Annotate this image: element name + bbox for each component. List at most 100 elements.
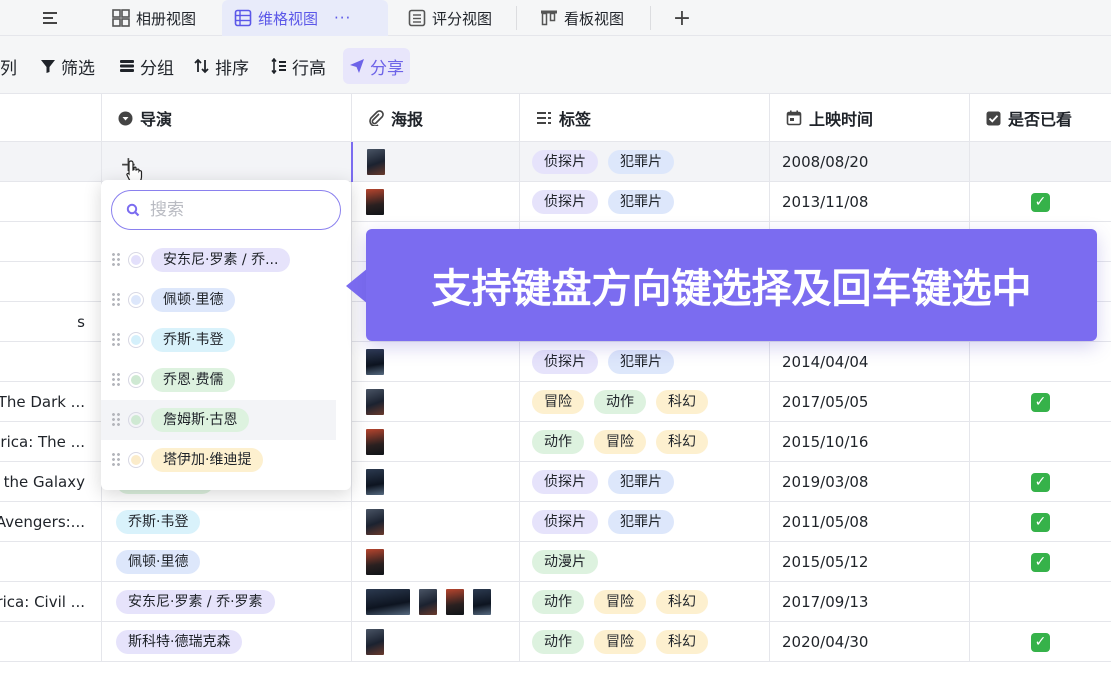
poster-thumbnail[interactable] — [366, 509, 384, 535]
drag-handle-icon[interactable] — [111, 452, 121, 468]
checked-checkbox-icon[interactable]: ✓ — [1031, 552, 1050, 572]
poster-cell[interactable] — [351, 462, 519, 502]
title-cell[interactable]: rica: Civil ... — [0, 582, 101, 622]
tab-rating-view[interactable]: 评分视图 — [396, 0, 504, 36]
tags-cell[interactable]: 侦探片犯罪片 — [519, 142, 769, 182]
poster-thumbnail[interactable] — [366, 429, 384, 455]
title-cell[interactable]: Avengers:... — [0, 502, 101, 542]
watched-cell[interactable]: ✓ — [969, 382, 1111, 422]
tags-cell[interactable]: 侦探片犯罪片 — [519, 342, 769, 382]
poster-cell[interactable] — [351, 542, 519, 582]
poster-cell[interactable] — [351, 582, 519, 622]
release-date-cell[interactable]: 2017/09/13 — [769, 582, 969, 622]
share-button[interactable]: 分享 — [343, 48, 410, 84]
table-row[interactable]: rica: Civil ... 安东尼·罗素 / 乔·罗素 动作 冒险 科幻 2017/0… — [0, 582, 1111, 622]
tags-cell[interactable]: 动作 冒险 科幻 — [519, 422, 769, 462]
release-date-cell[interactable]: 2019/03/08 — [769, 462, 969, 502]
poster-thumbnail[interactable] — [366, 589, 410, 615]
row-height-button[interactable]: 行高 — [265, 48, 332, 84]
column-header-watched[interactable]: 是否已看 — [969, 94, 1111, 142]
option-radio[interactable] — [128, 332, 144, 348]
release-date-cell[interactable]: 2011/05/08 — [769, 502, 969, 542]
title-cell[interactable]: rica: The ... — [0, 422, 101, 462]
tab-grid-view[interactable]: 维格视图 ··· — [222, 0, 388, 36]
poster-cell[interactable] — [351, 422, 519, 462]
poster-thumbnail[interactable] — [366, 629, 384, 655]
option-radio[interactable] — [128, 292, 144, 308]
columns-button[interactable]: 列 — [0, 48, 23, 84]
title-cell[interactable]: s — [0, 302, 101, 342]
title-cell[interactable] — [0, 542, 101, 582]
release-date-cell[interactable]: 2014/04/04 — [769, 342, 969, 382]
group-button[interactable]: 分组 — [113, 48, 180, 84]
title-cell[interactable] — [0, 182, 101, 222]
title-cell[interactable]: f the Galaxy — [0, 462, 101, 502]
tags-cell[interactable]: 动作 冒险 科幻 — [519, 582, 769, 622]
director-cell[interactable]: 斯科特·德瑞克森 — [101, 622, 351, 662]
option-radio[interactable] — [128, 412, 144, 428]
search-input[interactable] — [150, 200, 320, 220]
title-cell[interactable] — [0, 622, 101, 662]
watched-cell[interactable] — [969, 422, 1111, 462]
release-date-cell[interactable]: 2017/05/05 — [769, 382, 969, 422]
watched-cell[interactable]: ✓ — [969, 622, 1111, 662]
checked-checkbox-icon[interactable]: ✓ — [1031, 392, 1050, 412]
column-header-tags[interactable]: 标签 — [519, 94, 769, 142]
menu-button[interactable] — [34, 4, 68, 32]
poster-thumbnail[interactable] — [366, 549, 384, 575]
poster-thumbnail[interactable] — [367, 149, 385, 175]
tags-cell[interactable]: 侦探片犯罪片 — [519, 502, 769, 542]
tab-album-view[interactable]: 相册视图 — [100, 0, 208, 36]
option-item[interactable]: 塔伊加·维迪提 — [101, 440, 351, 480]
table-row[interactable]: 佩顿·里德 动漫片 2015/05/12 ✓ — [0, 542, 1111, 582]
poster-cell[interactable] — [351, 502, 519, 542]
tags-cell[interactable]: 动漫片 — [519, 542, 769, 582]
option-item[interactable]: 佩顿·里德 — [101, 280, 351, 320]
poster-thumbnail[interactable] — [366, 389, 384, 415]
drag-handle-icon[interactable] — [111, 372, 121, 388]
drag-handle-icon[interactable] — [111, 332, 121, 348]
checked-checkbox-icon[interactable]: ✓ — [1031, 472, 1050, 492]
drag-handle-icon[interactable] — [111, 252, 121, 268]
watched-cell[interactable]: ✓ — [969, 502, 1111, 542]
title-cell[interactable]: The Dark ... — [0, 382, 101, 422]
poster-thumbnail[interactable] — [366, 189, 384, 215]
option-item[interactable]: 詹姆斯·古恩 — [101, 400, 336, 440]
director-cell[interactable]: 佩顿·里德 — [101, 542, 351, 582]
filter-button[interactable]: 筛选 — [34, 48, 101, 84]
sort-button[interactable]: 排序 — [188, 48, 255, 84]
column-header-release[interactable]: 上映时间 — [769, 94, 969, 142]
table-row[interactable]: 侦探片 犯罪片 2008/08/20 — [0, 142, 1111, 182]
checked-checkbox-icon[interactable]: ✓ — [1031, 512, 1050, 532]
column-header-director[interactable]: 导演 — [101, 94, 351, 142]
tab-more-button[interactable]: ··· — [334, 9, 351, 27]
watched-cell[interactable] — [969, 342, 1111, 382]
column-header-poster[interactable]: 海报 — [351, 94, 519, 142]
tab-kanban-view[interactable]: 看板视图 — [528, 0, 636, 36]
option-radio[interactable] — [128, 452, 144, 468]
watched-cell[interactable] — [969, 582, 1111, 622]
poster-thumbnail[interactable] — [366, 469, 384, 495]
watched-cell[interactable] — [969, 142, 1111, 182]
table-row[interactable]: Avengers:... 乔斯·韦登 侦探片 犯罪片 2011/05/08 ✓ — [0, 502, 1111, 542]
tags-cell[interactable]: 动作 冒险 科幻 — [519, 622, 769, 662]
tags-cell[interactable]: 冒险 动作 科幻 — [519, 382, 769, 422]
drag-handle-icon[interactable] — [111, 412, 121, 428]
title-cell[interactable] — [0, 262, 101, 302]
release-date-cell[interactable]: 2013/11/08 — [769, 182, 969, 222]
tags-cell[interactable]: 侦探片犯罪片 — [519, 182, 769, 222]
director-cell[interactable]: 乔斯·韦登 — [101, 502, 351, 542]
director-cell[interactable]: 安东尼·罗素 / 乔·罗素 — [101, 582, 351, 622]
option-radio[interactable] — [128, 372, 144, 388]
watched-cell[interactable]: ✓ — [969, 542, 1111, 582]
drag-handle-icon[interactable] — [111, 292, 121, 308]
table-row[interactable]: 斯科特·德瑞克森 动作 冒险 科幻 2020/04/30 ✓ — [0, 622, 1111, 662]
release-date-cell[interactable]: 2015/10/16 — [769, 422, 969, 462]
option-item[interactable]: 安东尼·罗素 / 乔... — [101, 240, 351, 280]
poster-cell[interactable] — [351, 182, 519, 222]
poster-cell[interactable] — [351, 382, 519, 422]
tags-cell[interactable]: 侦探片犯罪片 — [519, 462, 769, 502]
release-date-cell[interactable]: 2015/05/12 — [769, 542, 969, 582]
title-cell[interactable] — [0, 222, 101, 262]
title-cell[interactable] — [0, 142, 101, 182]
